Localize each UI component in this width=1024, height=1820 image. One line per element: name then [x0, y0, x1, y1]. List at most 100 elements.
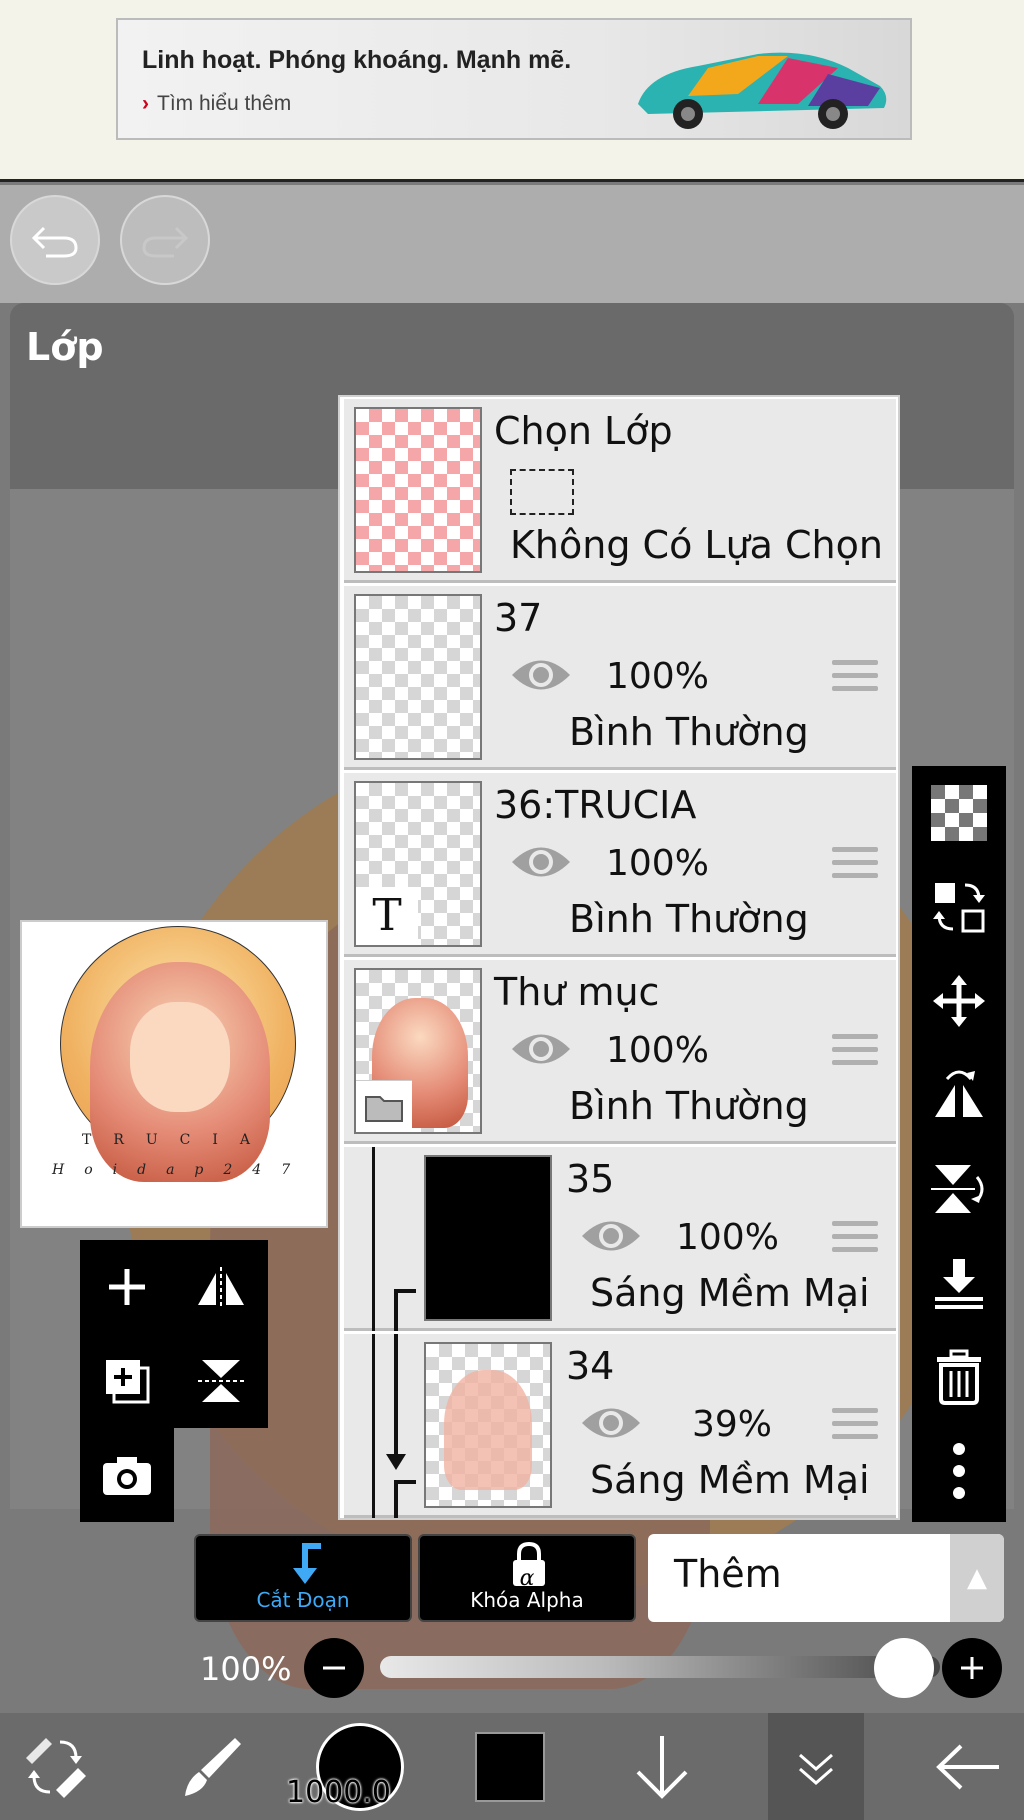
drag-handle-icon[interactable]: [832, 1408, 878, 1448]
folder-tree-line: [372, 1147, 375, 1331]
merge-down-icon: [935, 1259, 983, 1309]
scroll-down-button[interactable]: [612, 1713, 712, 1820]
layer-name: 36:TRUCIA: [494, 783, 697, 827]
eye-icon[interactable]: [510, 839, 572, 885]
opacity-slider-track[interactable]: [380, 1656, 940, 1678]
ad-link[interactable]: › Tìm hiểu thêm: [142, 92, 291, 116]
layer-opacity: 100%: [676, 1217, 779, 1258]
history-bar: [0, 185, 1024, 303]
eye-icon[interactable]: [580, 1213, 642, 1259]
layer-row[interactable]: 35 100% Sáng Mềm Mại: [344, 1147, 896, 1331]
ad-link-label: Tìm hiểu thêm: [157, 92, 292, 115]
swap-layer-button[interactable]: [912, 860, 1006, 954]
flip-horizontal-layer-button[interactable]: [912, 1048, 1006, 1142]
triangle-up-icon[interactable]: ▲: [950, 1534, 1004, 1622]
layer-name: Chọn Lớp: [494, 409, 673, 453]
flip-vertical-icon: [198, 1360, 244, 1402]
add-layer-copy-icon: [106, 1360, 150, 1404]
flip-horizontal-button[interactable]: [174, 1240, 268, 1334]
opacity-slider-knob[interactable]: [874, 1638, 934, 1698]
undo-icon: [31, 226, 78, 258]
clipping-button[interactable]: Cắt Đoạn: [194, 1534, 412, 1622]
back-button[interactable]: [918, 1713, 1018, 1820]
folder-icon: [356, 1080, 412, 1132]
merge-down-button[interactable]: [912, 1236, 1006, 1330]
text-layer-icon: T: [356, 887, 418, 945]
preview-text-hoidap: Hoidap247: [52, 1162, 311, 1178]
primary-color-swatch: [475, 1731, 545, 1802]
layer-row[interactable]: T 36:TRUCIA 100% Bình Thường: [344, 773, 896, 957]
flip-vertical-layer-button[interactable]: [912, 1142, 1006, 1236]
camera-button[interactable]: [80, 1428, 174, 1522]
brush-icon: [185, 1737, 241, 1796]
clipping-label: Cắt Đoạn: [256, 1588, 350, 1612]
color-button[interactable]: [460, 1713, 560, 1820]
opacity-row: 100%: [194, 1636, 1004, 1700]
opacity-decrease-button[interactable]: [304, 1638, 364, 1698]
redo-button[interactable]: [120, 195, 210, 285]
clipping-arrow-icon: [394, 1480, 416, 1518]
flip-vertical-button[interactable]: [174, 1334, 268, 1428]
blend-mode-select[interactable]: Thêm ▲: [648, 1534, 1004, 1622]
transform-tool-button[interactable]: [0, 1713, 110, 1820]
layer-row[interactable]: 37 100% Bình Thường: [344, 586, 896, 770]
layer-opacity: 100%: [606, 1030, 709, 1071]
blend-mode-value: Thêm: [674, 1552, 782, 1596]
drag-handle-icon[interactable]: [832, 847, 878, 887]
layer-name: 34: [566, 1344, 615, 1388]
clipping-arrow-icon: [293, 1543, 321, 1584]
add-layer-button[interactable]: [80, 1240, 174, 1334]
flip-vertical-icon: [931, 1165, 984, 1213]
layer-blend-mode: Sáng Mềm Mại: [590, 1458, 870, 1502]
transparency-button[interactable]: [912, 766, 1006, 860]
drag-handle-icon[interactable]: [832, 1221, 878, 1261]
drag-handle-icon[interactable]: [832, 660, 878, 700]
arrow-left-icon: [936, 1744, 999, 1789]
flip-horizontal-icon: [198, 1267, 244, 1307]
more-vertical-icon: [953, 1443, 965, 1499]
layer-blend-mode: Bình Thường: [569, 710, 809, 754]
swap-layer-icon: [933, 883, 985, 933]
ad-banner-area: Linh hoạt. Phóng khoáng. Mạnh mẽ. › Tìm h…: [0, 0, 1024, 182]
transform-eraser-icon: [26, 1737, 86, 1798]
alpha-lock-button[interactable]: α Khóa Alpha: [418, 1534, 636, 1622]
opacity-label: 100%: [200, 1650, 292, 1688]
layer-thumbnail: [424, 1342, 552, 1508]
brush-tool-button[interactable]: [160, 1713, 260, 1820]
selection-status: Không Có Lựa Chọn: [510, 523, 883, 567]
plus-icon: [109, 1269, 145, 1305]
undo-button[interactable]: [10, 195, 100, 285]
collapse-panel-button[interactable]: [768, 1713, 864, 1820]
eye-icon[interactable]: [510, 1026, 572, 1072]
layer-opacity: 100%: [606, 843, 709, 884]
trash-icon: [937, 1349, 981, 1405]
layer-row[interactable]: Thư mục 100% Bình Thường: [344, 960, 896, 1144]
more-options-button[interactable]: [912, 1424, 1006, 1518]
layer-name: Thư mục: [494, 970, 660, 1014]
layer-blend-mode: Bình Thường: [569, 1084, 809, 1128]
folder-tree-line: [372, 1334, 375, 1518]
minus-icon: [323, 1666, 345, 1670]
brush-size-value: 1000.0: [286, 1775, 391, 1810]
layer-thumbnail: [354, 594, 482, 760]
add-layer-copy-button[interactable]: [80, 1334, 174, 1428]
layer-row[interactable]: 34 39% Sáng Mềm Mại: [344, 1334, 896, 1518]
eye-icon[interactable]: [510, 652, 572, 698]
selection-layer[interactable]: Chọn Lớp Không Có Lựa Chọn: [344, 399, 896, 583]
ad-banner[interactable]: Linh hoạt. Phóng khoáng. Mạnh mẽ. › Tìm h…: [116, 18, 912, 140]
canvas-preview[interactable]: TRUCIA Hoidap247: [20, 920, 328, 1228]
bottom-toolbar: 1000.0: [0, 1713, 1024, 1820]
clipping-arrow-icon: [394, 1289, 416, 1331]
drag-handle-icon[interactable]: [832, 1034, 878, 1074]
delete-layer-button[interactable]: [912, 1330, 1006, 1424]
arrow-down-icon: [636, 1735, 688, 1799]
opacity-increase-button[interactable]: [942, 1638, 1002, 1698]
layer-thumbnail: T: [354, 781, 482, 947]
move-button[interactable]: [912, 954, 1006, 1048]
double-chevron-down-icon: [799, 1753, 833, 1785]
layer-name: 37: [494, 596, 543, 640]
eye-icon[interactable]: [580, 1400, 642, 1446]
panel-title: Lớp: [26, 325, 104, 369]
car-image: [638, 52, 887, 129]
layer-thumbnail: [354, 968, 482, 1134]
